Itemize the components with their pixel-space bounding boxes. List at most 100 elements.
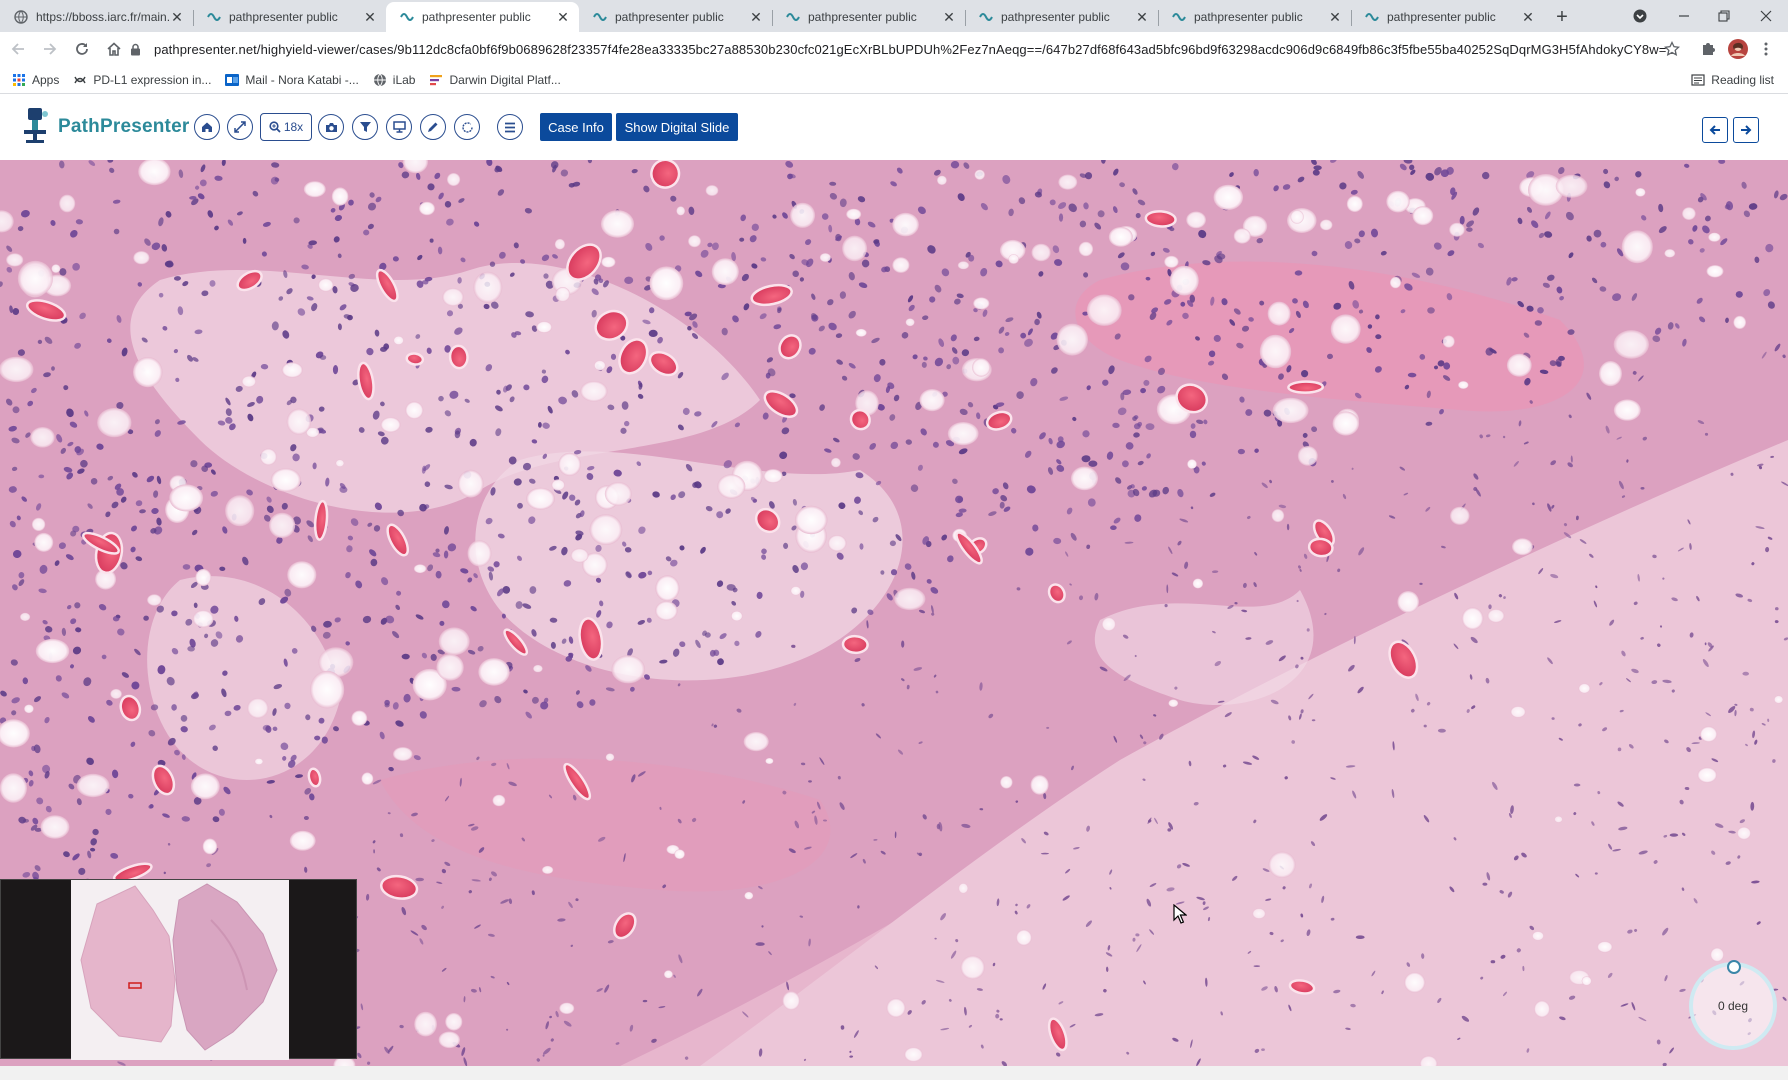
address-bar[interactable]: pathpresenter.net/highyield-viewer/cases… xyxy=(130,35,1678,63)
bookmark-label: Mail - Nora Katabi -... xyxy=(245,72,359,87)
home-icon xyxy=(201,121,213,133)
bookmark-star-icon[interactable] xyxy=(1658,32,1686,66)
pathpresenter-favicon-icon xyxy=(593,10,607,24)
slide-navigator-minimap[interactable] xyxy=(0,879,357,1060)
close-icon[interactable]: ✕ xyxy=(748,9,764,25)
next-slide-button[interactable] xyxy=(1733,117,1759,143)
case-info-button[interactable]: Case Info xyxy=(540,113,612,141)
previous-slide-button[interactable] xyxy=(1702,117,1728,143)
extensions-puzzle-icon[interactable] xyxy=(1694,32,1722,66)
tab-title: pathpresenter public xyxy=(1194,10,1303,24)
close-icon[interactable]: ✕ xyxy=(1327,9,1343,25)
zoom-level-button[interactable]: 18x xyxy=(260,113,312,141)
microscope-logo-icon xyxy=(18,106,52,149)
tab-title: pathpresenter public xyxy=(229,10,338,24)
tab-pathpresenter-5[interactable]: pathpresenter public ✕ xyxy=(965,2,1158,32)
bookmark-label: Apps xyxy=(32,72,60,87)
forward-icon[interactable] xyxy=(36,35,64,63)
minimize-icon[interactable] xyxy=(1666,0,1702,32)
filter-button[interactable] xyxy=(352,114,378,140)
more-menu-icon[interactable] xyxy=(1754,32,1778,66)
camera-icon xyxy=(325,122,338,133)
annotate-button[interactable] xyxy=(420,114,446,140)
zoom-level-label: 18x xyxy=(283,120,304,134)
brand-logo[interactable]: PathPresenter xyxy=(18,106,190,149)
rotation-dial[interactable]: 0 deg xyxy=(1689,960,1777,1050)
close-icon[interactable]: ✕ xyxy=(941,9,957,25)
bottom-strip xyxy=(0,1066,1788,1080)
pathpresenter-favicon-icon xyxy=(979,10,993,24)
outlook-icon xyxy=(225,73,240,87)
show-digital-slide-button[interactable]: Show Digital Slide xyxy=(616,113,738,141)
bookmark-apps[interactable]: Apps xyxy=(12,73,59,87)
fullscreen-button[interactable] xyxy=(227,114,253,140)
profile-avatar[interactable] xyxy=(1724,32,1752,66)
bookmark-pdl1[interactable]: PD-L1 expression in... xyxy=(73,73,211,87)
expand-icon xyxy=(234,121,246,133)
home-icon[interactable] xyxy=(100,35,128,63)
arrow-right-icon xyxy=(1740,124,1752,136)
tab-title: pathpresenter public xyxy=(1001,10,1110,24)
reading-list[interactable]: Reading list xyxy=(1691,66,1774,94)
close-icon[interactable]: ✕ xyxy=(362,9,378,25)
new-tab-plus-icon[interactable]: + xyxy=(1548,2,1576,32)
tab-pathpresenter-6[interactable]: pathpresenter public ✕ xyxy=(1158,2,1351,32)
zoom-magnifier-icon xyxy=(269,121,281,133)
link-icon xyxy=(73,73,87,87)
monitor-icon xyxy=(392,121,406,133)
close-icon[interactable]: ✕ xyxy=(1520,9,1536,25)
back-icon[interactable] xyxy=(4,35,32,63)
apps-grid-icon xyxy=(12,73,26,87)
tab-pathpresenter-3[interactable]: pathpresenter public ✕ xyxy=(579,2,772,32)
darwin-icon xyxy=(429,73,443,87)
tab-pathpresenter-7[interactable]: pathpresenter public ✕ xyxy=(1351,2,1544,32)
lock-icon[interactable] xyxy=(130,43,146,56)
bookmark-darwin[interactable]: Darwin Digital Platf... xyxy=(429,72,561,87)
tab-title: pathpresenter public xyxy=(615,10,724,24)
browser-toolbar: pathpresenter.net/highyield-viewer/cases… xyxy=(0,32,1788,66)
close-icon[interactable]: ✕ xyxy=(1134,9,1150,25)
tab-title: pathpresenter public xyxy=(422,10,531,24)
filter-icon xyxy=(359,121,371,133)
globe-icon xyxy=(14,10,28,24)
tab-pathpresenter-active[interactable]: pathpresenter public ✕ xyxy=(386,2,579,32)
bookmark-label: iLab xyxy=(392,72,416,87)
pencil-icon xyxy=(427,121,439,133)
rotate-button[interactable] xyxy=(454,114,480,140)
mouse-cursor-icon xyxy=(1173,904,1187,924)
tab-title: https://bboss.iarc.fr/main.p xyxy=(36,10,169,24)
screenshot-button[interactable] xyxy=(318,114,344,140)
tab-title: pathpresenter public xyxy=(1387,10,1496,24)
globe-icon xyxy=(373,73,387,87)
tab-pathpresenter-1[interactable]: pathpresenter public ✕ xyxy=(193,2,386,32)
reading-list-icon xyxy=(1691,74,1705,86)
bookmark-label: Darwin Digital Platf... xyxy=(449,72,561,87)
list-button[interactable] xyxy=(497,114,523,140)
bookmark-mail[interactable]: Mail - Nora Katabi -... xyxy=(225,72,359,87)
arrow-left-icon xyxy=(1709,124,1721,136)
list-icon xyxy=(504,122,516,133)
pathpresenter-favicon-icon xyxy=(1365,10,1379,24)
bookmark-ilab[interactable]: iLab xyxy=(373,72,416,87)
reload-icon[interactable] xyxy=(68,35,96,63)
brand-name: PathPresenter xyxy=(58,116,190,137)
pathpresenter-favicon-icon xyxy=(786,10,800,24)
tab-bboss[interactable]: https://bboss.iarc.fr/main.p ✕ xyxy=(0,2,193,32)
pathpresenter-favicon-icon xyxy=(400,10,414,24)
tab-pathpresenter-4[interactable]: pathpresenter public ✕ xyxy=(772,2,965,32)
home-view-button[interactable] xyxy=(194,114,220,140)
slide-viewer[interactable]: 0 deg xyxy=(0,160,1788,1066)
rotation-label: 0 deg xyxy=(1717,999,1749,1013)
close-icon[interactable]: ✕ xyxy=(169,9,185,25)
window-close-icon[interactable] xyxy=(1748,0,1784,32)
close-icon[interactable]: ✕ xyxy=(555,9,571,25)
rotation-handle[interactable] xyxy=(1727,960,1741,974)
reading-list-label: Reading list xyxy=(1711,73,1774,87)
pathpresenter-favicon-icon xyxy=(1172,10,1186,24)
presentation-button[interactable] xyxy=(386,114,412,140)
tab-strip: https://bboss.iarc.fr/main.p ✕ pathprese… xyxy=(0,0,1788,32)
app-header: PathPresenter 18x Case Info Show Digital… xyxy=(0,94,1788,160)
tab-title: pathpresenter public xyxy=(808,10,917,24)
tab-search-icon[interactable] xyxy=(1626,0,1654,32)
restore-icon[interactable] xyxy=(1706,0,1742,32)
